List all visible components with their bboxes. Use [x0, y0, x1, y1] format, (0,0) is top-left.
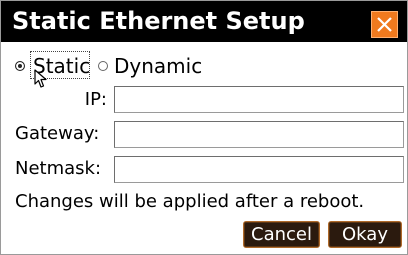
- close-button[interactable]: [371, 11, 398, 38]
- close-icon: [377, 17, 392, 32]
- netmask-label: Netmask:: [15, 158, 102, 179]
- okay-button[interactable]: Okay: [328, 221, 402, 248]
- reboot-notice: Changes will be applied after a reboot.: [15, 191, 365, 212]
- gateway-input[interactable]: [114, 121, 404, 148]
- gateway-label: Gateway:: [15, 123, 100, 144]
- dialog-title: Static Ethernet Setup: [12, 7, 305, 35]
- radio-dynamic[interactable]: Dynamic: [98, 51, 213, 81]
- netmask-input[interactable]: [114, 156, 404, 183]
- ip-input[interactable]: [114, 86, 404, 113]
- radio-dynamic-indicator[interactable]: [98, 61, 108, 71]
- ip-label: IP:: [84, 89, 107, 110]
- mouse-pointer-icon: [34, 69, 47, 88]
- title-bar: Static Ethernet Setup: [1, 1, 407, 42]
- cancel-button[interactable]: Cancel: [243, 221, 320, 248]
- radio-static-indicator[interactable]: [15, 61, 25, 71]
- static-ethernet-dialog: Static Ethernet Setup Static Dynamic IP:…: [0, 0, 408, 255]
- radio-static[interactable]: Static: [13, 51, 97, 88]
- radio-dynamic-label: Dynamic: [114, 54, 203, 78]
